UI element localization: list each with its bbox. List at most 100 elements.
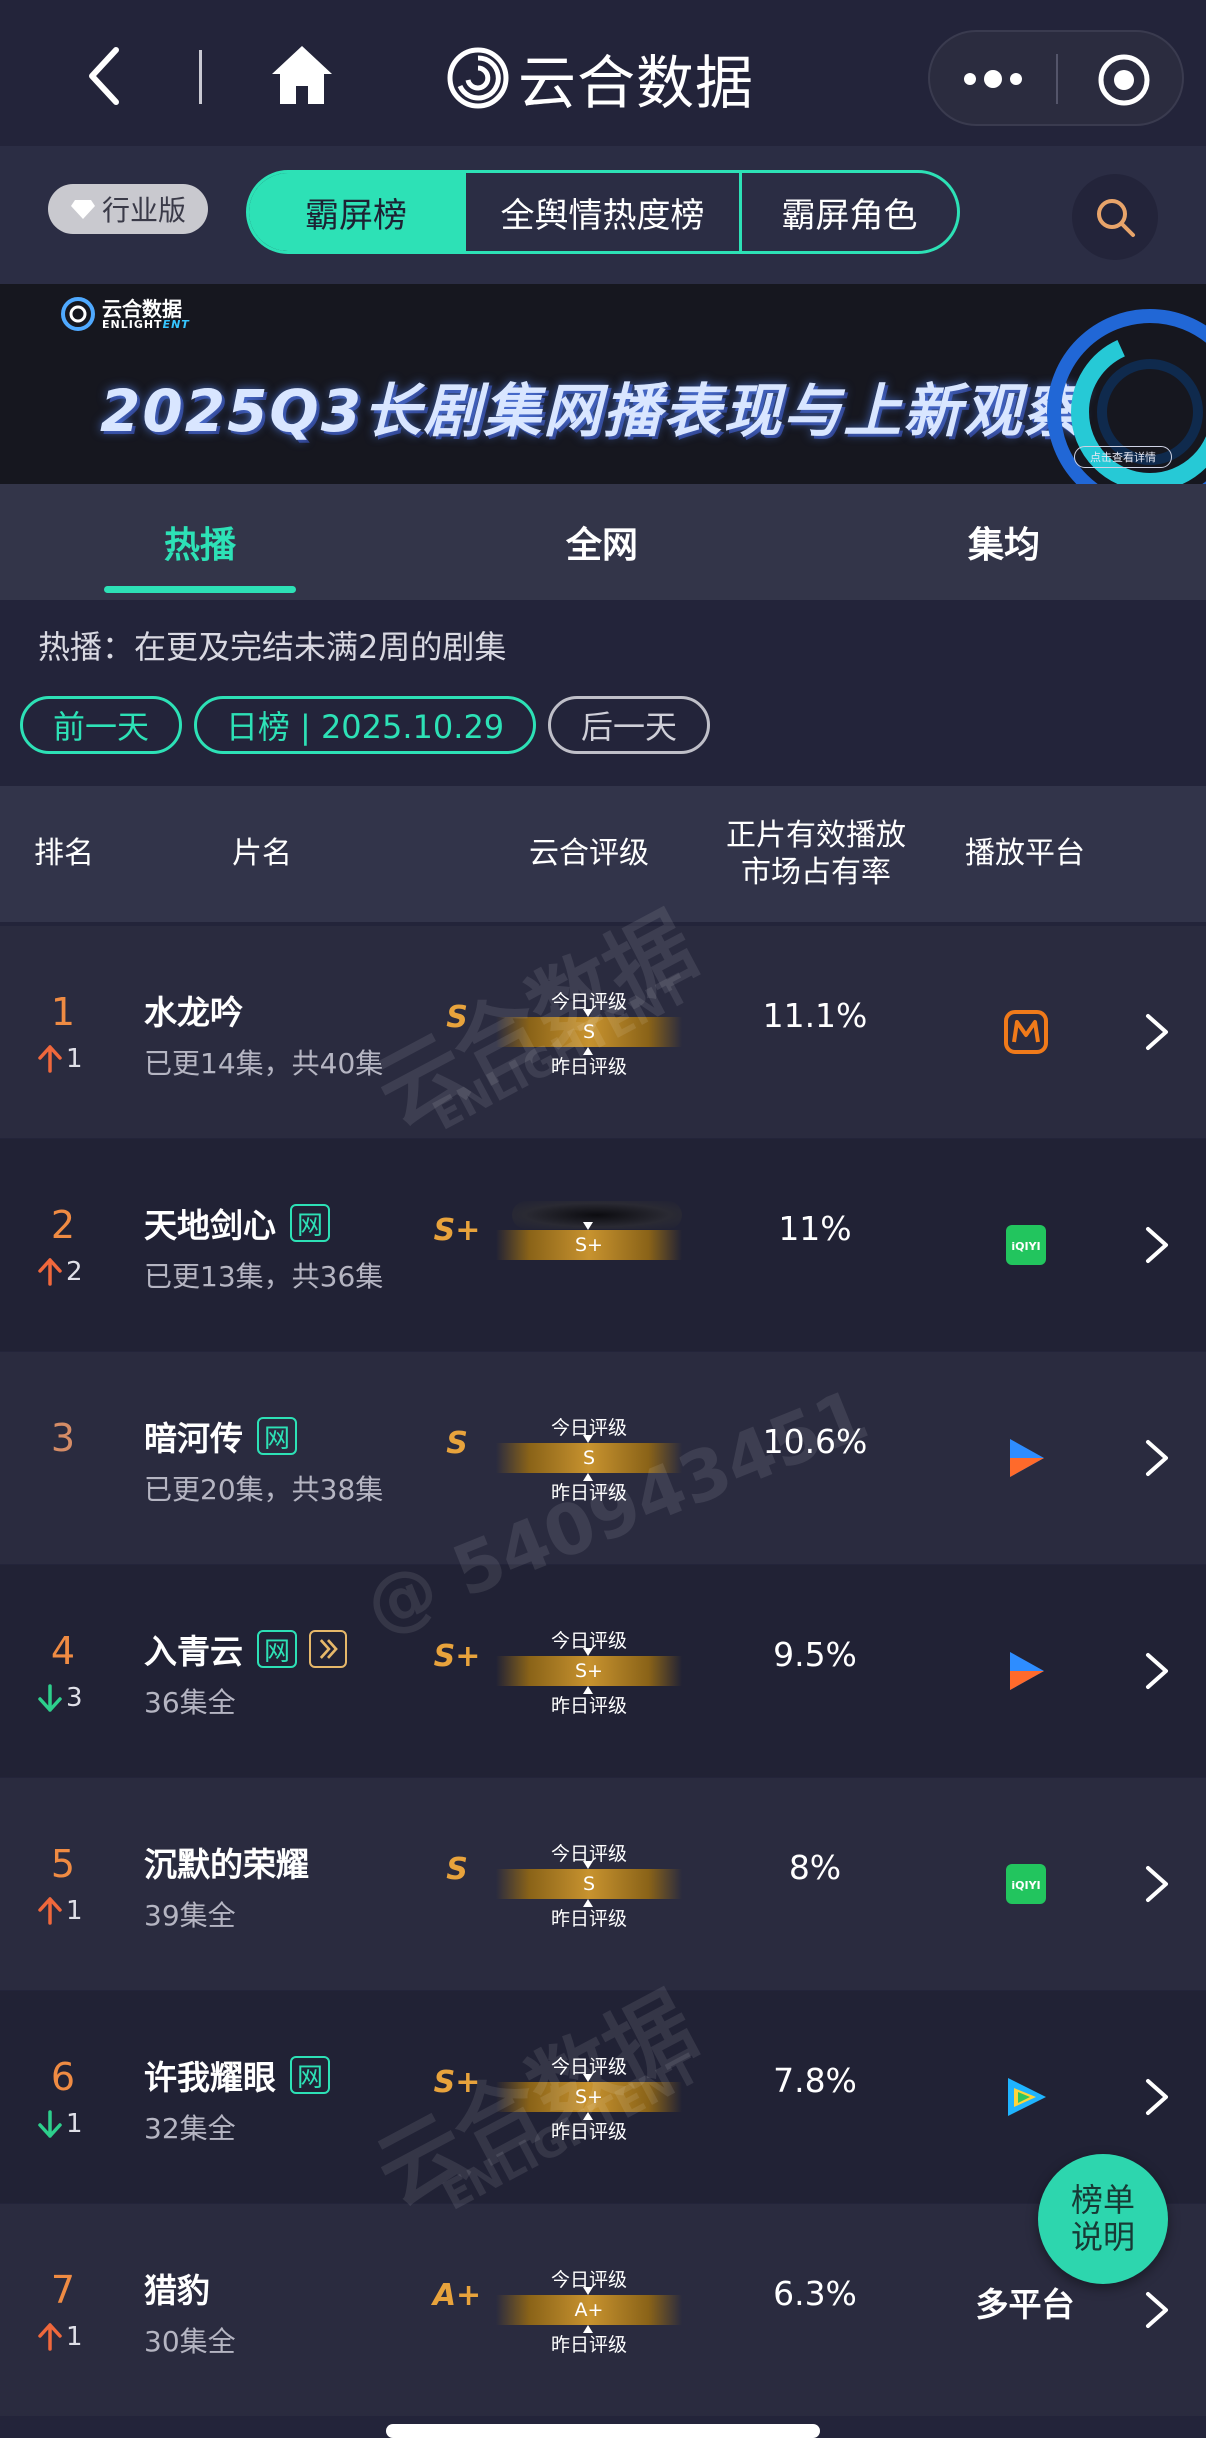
web-drama-tag: 网 — [257, 1630, 297, 1668]
market-share-value: 11% — [778, 1209, 852, 1248]
segment-dominate-role[interactable]: 霸屏角色 — [739, 173, 957, 251]
row-detail-chevron-icon[interactable] — [1142, 2290, 1172, 2330]
grade-letter: S — [446, 1000, 468, 1035]
rank-change: 2 — [38, 1257, 83, 1287]
banner-view-details[interactable]: 点击查看详情 — [1074, 446, 1172, 468]
ranking-explanation-button[interactable]: 榜单 说明 — [1038, 2154, 1168, 2284]
back-arrow-icon[interactable] — [74, 44, 134, 108]
platform-logo: iQIYI — [976, 1217, 1076, 1273]
rank-change: 1 — [38, 1044, 83, 1074]
episode-status: 已更14集，共40集 — [144, 1047, 384, 1080]
youku-icon — [1010, 1652, 1044, 1690]
grade-letter: S+ — [433, 2065, 481, 2100]
column-name: 片名 — [232, 836, 292, 872]
web-drama-tag: 网 — [290, 1204, 330, 1242]
grade-bar-value: S — [582, 1447, 596, 1469]
rank-change: 1 — [38, 1896, 83, 1926]
prev-day-button[interactable]: 前一天 — [20, 696, 182, 754]
diamond-icon — [70, 200, 95, 219]
grade-bar-value: S+ — [575, 1234, 603, 1256]
rank-up-arrow-icon — [38, 2323, 62, 2351]
drama-title: 天地剑心 — [144, 1206, 276, 1245]
rank-change-value: 2 — [66, 1257, 83, 1287]
tab-all-network[interactable]: 全网 — [502, 484, 702, 600]
rank-up-arrow-icon — [38, 1897, 62, 1925]
table-row[interactable]: 4 3 入青云网 36集全 S+ 今日评级 昨日评级 S+ 9.5% — [0, 1565, 1206, 1777]
fast-forward-tag-icon — [309, 1630, 347, 1668]
date-selector-button[interactable]: 日榜 | 2025.10.29 — [194, 696, 536, 754]
search-button[interactable] — [1072, 174, 1158, 260]
web-drama-tag: 网 — [290, 2056, 330, 2094]
iqiyi-icon: iQIYI — [1006, 1225, 1046, 1265]
rank-change-value: 1 — [66, 2109, 83, 2139]
rank-up-arrow-icon — [38, 1258, 62, 1286]
capsule-divider — [1056, 54, 1058, 104]
episode-status: 已更13集，共36集 — [144, 1260, 384, 1293]
column-grade: 云合评级 — [529, 836, 649, 872]
promo-banner[interactable]: 云合数据 ENLIGHTENT 2025Q3长剧集网播表现与上新观察 点击查看详… — [0, 284, 1206, 484]
table-row[interactable]: 2 2 天地剑心网已更13集，共36集 S+ S+ 11% iQIYI — [0, 1139, 1206, 1351]
grade-bar: S — [496, 1435, 682, 1481]
tencent-video-icon — [1008, 2078, 1046, 2116]
drama-title: 暗河传 — [144, 1419, 243, 1458]
svg-text:iQIYI: iQIYI — [1011, 1879, 1040, 1892]
grade-letter: S+ — [433, 1213, 481, 1248]
rank-number: 5 — [50, 1842, 76, 1886]
row-detail-chevron-icon[interactable] — [1142, 1225, 1172, 1265]
episode-status: 30集全 — [144, 2325, 236, 2358]
svg-text:iQIYI: iQIYI — [1011, 1240, 1040, 1253]
table-row[interactable]: 5 1 沉默的荣耀 39集全 S 今日评级 昨日评级 S 8% iQIYI — [0, 1778, 1206, 1990]
close-target-icon[interactable] — [1096, 52, 1152, 108]
segment-dominate-screen[interactable]: 霸屏榜 — [249, 173, 463, 251]
row-detail-chevron-icon[interactable] — [1142, 1864, 1172, 1904]
column-rank: 排名 — [34, 836, 94, 872]
grade-bar: S — [496, 1861, 682, 1907]
table-row[interactable]: 6 1 许我耀眼网 32集全 S+ 今日评级 昨日评级 S+ 7.8% — [0, 1991, 1206, 2203]
industry-edition-badge[interactable]: 行业版 — [48, 184, 208, 234]
active-tab-underline — [104, 586, 296, 593]
rank-change-value: 1 — [66, 1044, 83, 1074]
grade-letter: A+ — [432, 2278, 482, 2313]
next-day-button[interactable]: 后一天 — [548, 696, 710, 754]
market-share-value: 8% — [788, 1848, 842, 1887]
row-detail-chevron-icon[interactable] — [1142, 1012, 1172, 1052]
table-row[interactable]: 7 1 猎豹 30集全 A+ 今日评级 昨日评级 A+ 6.3% 多平台 — [0, 2204, 1206, 2416]
tab-per-episode[interactable]: 集均 — [904, 484, 1104, 600]
home-icon[interactable] — [268, 42, 336, 108]
drama-title: 沉默的荣耀 — [144, 1845, 309, 1884]
row-detail-chevron-icon[interactable] — [1142, 2077, 1172, 2117]
drama-title: 水龙吟 — [144, 993, 243, 1032]
table-row[interactable]: 3 暗河传网已更20集，共38集 S 今日评级 昨日评级 S 10.6% — [0, 1352, 1206, 1564]
grade-bar-value: S — [582, 1021, 596, 1043]
title-line: 沉默的荣耀 — [144, 1838, 309, 1886]
grade-bar-value: S — [582, 1873, 596, 1895]
navigation-bar: 云合数据 — [0, 0, 1206, 146]
drama-title: 入青云 — [144, 1632, 243, 1671]
yesterday-grade-caption: 昨日评级 — [550, 1056, 627, 1078]
rank-change-value: 3 — [66, 1683, 83, 1713]
rank-number: 2 — [50, 1203, 76, 1247]
episode-status: 已更20集，共38集 — [144, 1473, 384, 1506]
youku-icon — [1010, 1439, 1044, 1477]
episode-status: 36集全 — [144, 1686, 236, 1719]
enlightent-mark-icon — [61, 297, 95, 331]
grade-bar: S+ — [496, 1222, 682, 1260]
rank-number: 6 — [50, 2055, 76, 2099]
iqiyi-icon: iQIYI — [1006, 1864, 1046, 1904]
grade-letter: S+ — [433, 1639, 481, 1674]
rank-down-arrow-icon — [38, 2110, 62, 2138]
yesterday-grade-caption: 昨日评级 — [550, 1482, 627, 1504]
market-share-value: 11.1% — [762, 996, 868, 1035]
rank-number: 4 — [50, 1629, 76, 1673]
row-detail-chevron-icon[interactable] — [1142, 1438, 1172, 1478]
table-row[interactable]: 1 1 水龙吟 已更14集，共40集 S 今日评级 昨日评级 S 11.1% — [0, 926, 1206, 1138]
row-detail-chevron-icon[interactable] — [1142, 1651, 1172, 1691]
market-share-value: 6.3% — [773, 2274, 857, 2313]
more-dots-icon[interactable] — [960, 56, 1026, 102]
title-line: 入青云网 — [144, 1625, 347, 1673]
home-indicator — [386, 2424, 820, 2438]
tab-hot[interactable]: 热播 — [100, 484, 300, 600]
banner-logo: 云合数据 ENLIGHTENT — [60, 296, 190, 332]
platform-logo — [976, 1430, 1076, 1486]
segment-sentiment-heat[interactable]: 全舆情热度榜 — [463, 173, 739, 251]
